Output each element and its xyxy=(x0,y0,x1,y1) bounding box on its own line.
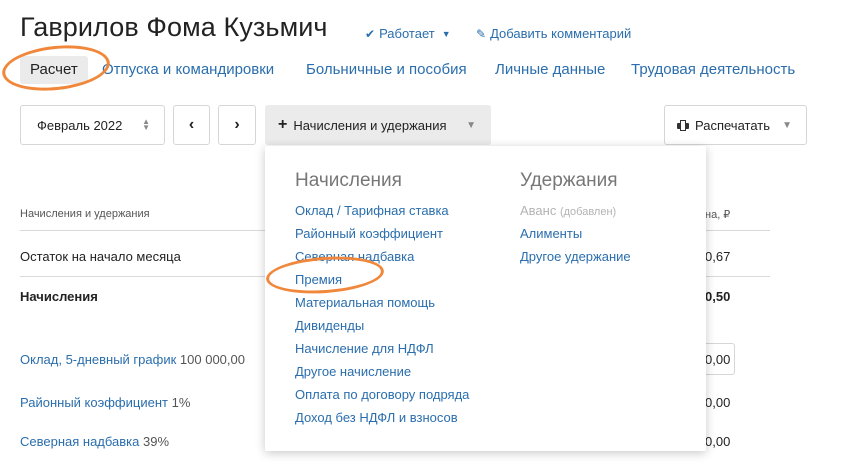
row-opening-balance-label: Остаток на начало месяца xyxy=(20,249,181,264)
print-label: Распечатать xyxy=(695,117,771,133)
menu-item-dividends[interactable]: Дивиденды xyxy=(295,314,469,337)
printer-icon xyxy=(677,119,689,131)
status-label: Работает xyxy=(379,26,435,41)
menu-item-other-accrual[interactable]: Другое начисление xyxy=(295,360,469,383)
tabs-bar: Расчет Отпуска и командировки Больничные… xyxy=(18,56,818,84)
check-icon: ✔ xyxy=(365,26,376,41)
menu-item-income-no-ndfl[interactable]: Доход без НДФЛ и взносов xyxy=(295,406,469,429)
row-north-bonus-extra: 39% xyxy=(143,434,170,449)
accruals-heading: Начисления xyxy=(295,170,402,191)
menu-item-advance-note: (добавлен) xyxy=(559,206,617,218)
menu-item-contract-payment[interactable]: Оплата по договору подряда xyxy=(295,383,469,406)
plus-icon: + xyxy=(278,116,288,133)
tab-vacations[interactable]: Отпуска и командировки xyxy=(102,56,274,84)
menu-item-other-deduction[interactable]: Другое удержание xyxy=(520,245,631,268)
row-salary-value: 0,00 xyxy=(705,352,731,367)
caret-down-icon: ▼ xyxy=(441,28,451,39)
row-regional-coef-label: Районный коэффициент xyxy=(20,395,168,410)
row-accruals-value: 0,50 xyxy=(705,289,731,304)
add-comment-link[interactable]: ✎ Добавить комментарий xyxy=(476,26,631,41)
pencil-icon: ✎ xyxy=(476,26,487,41)
deductions-heading: Удержания xyxy=(520,170,618,191)
menu-item-advance-label: Аванс xyxy=(520,203,557,218)
menu-item-salary[interactable]: Оклад / Тарифная ставка xyxy=(295,199,469,222)
row-regional-coef-value: 0,00 xyxy=(705,395,731,410)
add-comment-label: Добавить комментарий xyxy=(490,26,632,41)
print-button[interactable]: Распечатать ▼ xyxy=(664,105,807,145)
accruals-dropdown-menu: Начисления Оклад / Тарифная ставка Район… xyxy=(265,146,706,451)
row-north-bonus[interactable]: Северная надбавка 39% xyxy=(20,434,169,449)
add-accruals-button[interactable]: + Начисления и удержания ▼ xyxy=(265,105,491,145)
caret-down-icon: ▼ xyxy=(466,119,476,131)
row-salary-extra: 100 000,00 xyxy=(179,352,245,367)
next-period-button[interactable]: › xyxy=(218,105,256,145)
deductions-column: Удержания Аванс (добавлен) Алименты Друг… xyxy=(520,170,631,268)
add-accruals-label: Начисления и удержания xyxy=(293,117,447,133)
tab-sick-leave[interactable]: Больничные и пособия xyxy=(306,56,467,84)
menu-item-material-aid[interactable]: Материальная помощь xyxy=(295,291,469,314)
menu-item-regional-coef[interactable]: Районный коэффициент xyxy=(295,222,469,245)
page-title: Гаврилов Фома Кузьмич xyxy=(20,12,328,42)
menu-item-bonus[interactable]: Премия xyxy=(295,268,469,291)
row-north-bonus-label: Северная надбавка xyxy=(20,434,140,449)
column-header-items: Начисления и удержания xyxy=(20,208,150,220)
row-salary[interactable]: Оклад, 5-дневный график 100 000,00 xyxy=(20,352,245,367)
spinner-icon: ▲ ▼ xyxy=(142,117,150,132)
prev-period-button[interactable]: ‹ xyxy=(173,105,210,145)
period-value: Февраль 2022 xyxy=(37,117,123,133)
menu-item-north-bonus[interactable]: Северная надбавка xyxy=(295,245,469,268)
column-header-amount: на, ₽ xyxy=(705,209,731,221)
row-regional-coef-extra: 1% xyxy=(171,395,191,410)
tab-personal-data[interactable]: Личные данные xyxy=(495,56,605,84)
menu-item-advance: Аванс (добавлен) xyxy=(520,199,631,222)
menu-item-ndfl-accrual[interactable]: Начисление для НДФЛ xyxy=(295,337,469,360)
caret-down-icon: ▼ xyxy=(782,119,792,131)
period-select[interactable]: Февраль 2022 ▲ ▼ xyxy=(20,105,165,145)
accruals-column: Начисления Оклад / Тарифная ставка Район… xyxy=(295,170,469,429)
row-accruals-label: Начисления xyxy=(20,289,98,304)
row-opening-balance-value: 0,67 xyxy=(705,249,731,264)
status-dropdown[interactable]: ✔ Работает ▼ xyxy=(365,26,451,41)
row-regional-coef[interactable]: Районный коэффициент 1% xyxy=(20,395,190,410)
row-north-bonus-value: 0,00 xyxy=(705,434,731,449)
row-salary-label: Оклад, 5-дневный график xyxy=(20,352,177,367)
menu-item-alimony[interactable]: Алименты xyxy=(520,222,631,245)
tab-employment[interactable]: Трудовая деятельность xyxy=(631,56,795,84)
tab-calculation[interactable]: Расчет xyxy=(20,56,88,84)
